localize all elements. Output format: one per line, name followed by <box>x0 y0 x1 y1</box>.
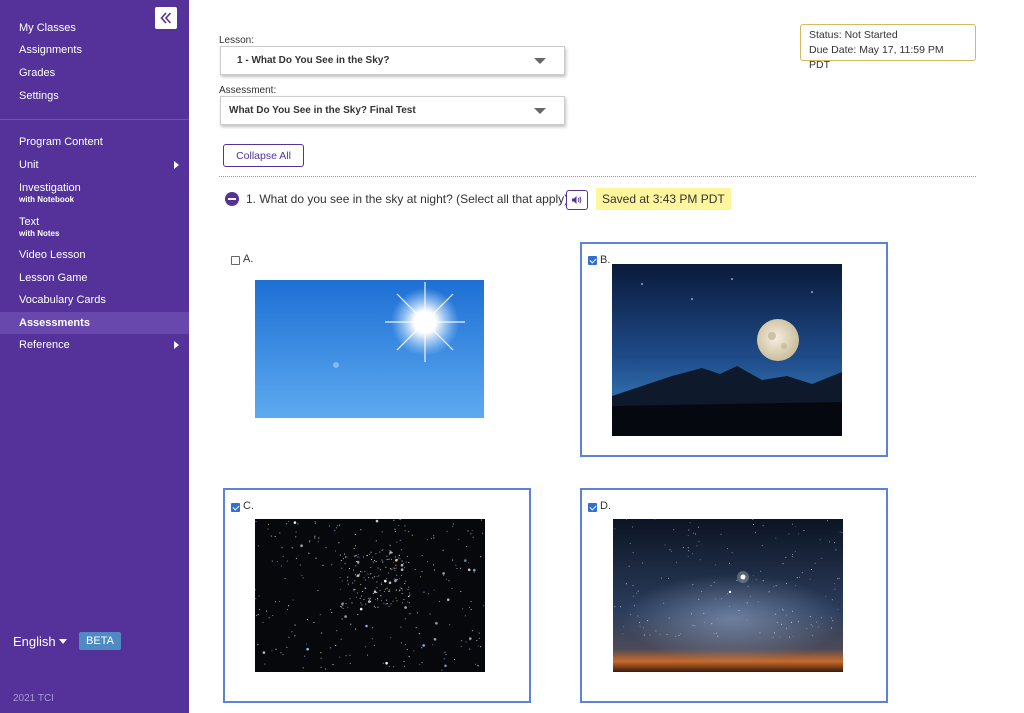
bright-star-over-horizon-image <box>613 519 843 672</box>
sidebar-item-grades[interactable]: Grades <box>0 66 189 80</box>
lesson-select-value: 1 - What Do You See in the Sky? <box>237 55 390 66</box>
sidebar-item-unit[interactable]: Unit <box>0 158 189 172</box>
collapse-question-icon[interactable] <box>225 192 239 206</box>
checkbox[interactable] <box>588 503 597 512</box>
caret-down-icon <box>58 639 67 644</box>
sidebar: My Classes Assignments Grades Settings P… <box>0 0 189 713</box>
sidebar-item-investigation[interactable]: Investigation with Notebook <box>0 181 189 204</box>
assessment-select-value: What Do You See in the Sky? Final Test <box>229 105 416 116</box>
sidebar-divider <box>0 119 189 120</box>
status-text: Status: Not Started <box>809 29 898 41</box>
sidebar-item-assignments[interactable]: Assignments <box>0 43 189 57</box>
sidebar-item-my-classes[interactable]: My Classes <box>0 21 189 35</box>
sidebar-item-label: Investigation <box>19 182 81 194</box>
sidebar-item-label: Reference <box>19 339 70 351</box>
sidebar-item-text[interactable]: Text with Notes <box>0 215 189 238</box>
speaker-icon <box>572 196 582 204</box>
sidebar-item-sublabel: with Notebook <box>19 195 75 204</box>
caret-down-icon <box>534 108 546 114</box>
sidebar-item-label: Unit <box>19 159 39 171</box>
beta-badge: BETA <box>79 632 121 650</box>
copyright-text: 2021 TCI <box>13 693 54 704</box>
sidebar-item-sublabel: with Notes <box>19 229 60 238</box>
sidebar-item-reference[interactable]: Reference <box>0 338 189 352</box>
chevron-right-icon <box>174 161 179 169</box>
answer-option-c[interactable]: C. <box>223 488 531 703</box>
status-box: Status: Not Started Due Date: May 17, 11… <box>800 24 976 71</box>
option-letter: A. <box>243 253 254 265</box>
question-text: 1. What do you see in the sky at night? … <box>246 192 569 206</box>
assessment-label: Assessment: <box>219 85 277 96</box>
sidebar-item-program-content[interactable]: Program Content <box>0 135 189 149</box>
chevron-right-icon <box>174 341 179 349</box>
sidebar-item-label: Text <box>19 216 40 228</box>
star-cluster-image <box>255 519 485 672</box>
collapse-all-button[interactable]: Collapse All <box>223 144 304 167</box>
language-selector[interactable]: English <box>13 634 67 649</box>
checkbox[interactable] <box>231 503 240 512</box>
answer-option-b[interactable]: B. <box>580 242 888 457</box>
option-letter: B. <box>600 254 611 266</box>
language-label: English <box>13 634 56 649</box>
sidebar-item-assessments[interactable]: Assessments <box>0 312 189 334</box>
sidebar-item-vocabulary-cards[interactable]: Vocabulary Cards <box>0 293 189 307</box>
answer-option-a[interactable]: A. <box>223 242 530 456</box>
lesson-select[interactable]: 1 - What Do You See in the Sky? <box>220 46 565 75</box>
checkbox[interactable] <box>588 256 597 265</box>
sidebar-item-settings[interactable]: Settings <box>0 89 189 103</box>
sidebar-item-lesson-game[interactable]: Lesson Game <box>0 271 189 285</box>
lesson-label: Lesson: <box>219 35 255 46</box>
assessment-select[interactable]: What Do You See in the Sky? Final Test <box>220 96 565 125</box>
full-moon-over-mountains-image <box>612 264 842 436</box>
sidebar-item-video-lesson[interactable]: Video Lesson <box>0 248 189 262</box>
answer-option-d[interactable]: D. <box>580 488 888 703</box>
saved-indicator: Saved at 3:43 PM PDT <box>596 188 731 210</box>
checkbox[interactable] <box>231 256 240 265</box>
option-letter: D. <box>600 500 611 512</box>
due-date-text: Due Date: May 17, 11:59 PM PDT <box>809 44 944 71</box>
caret-down-icon <box>534 58 546 64</box>
sun-in-blue-sky-image <box>255 280 484 418</box>
option-letter: C. <box>243 500 254 512</box>
divider <box>219 176 976 177</box>
audio-button[interactable] <box>566 190 588 210</box>
